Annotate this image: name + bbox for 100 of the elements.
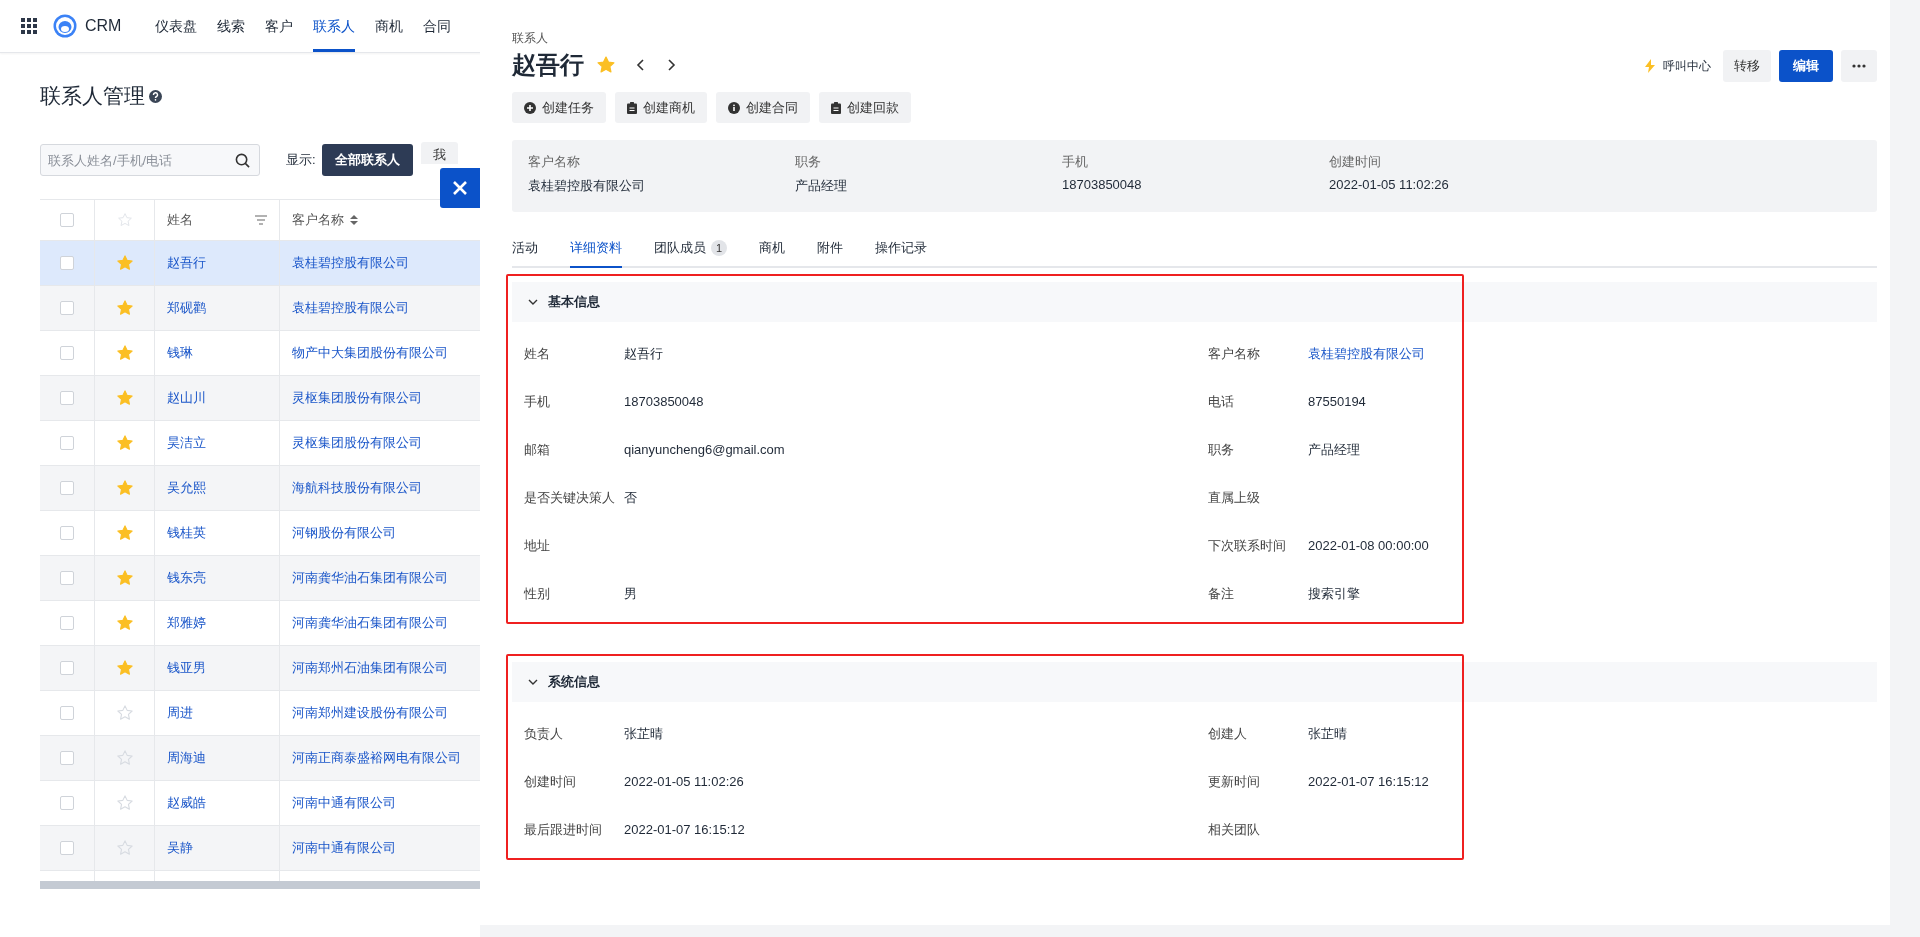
secondary-button[interactable]: 转移 bbox=[1723, 50, 1771, 82]
close-icon[interactable] bbox=[452, 180, 468, 196]
tab[interactable]: 附件 bbox=[817, 234, 844, 268]
contact-name-link[interactable]: 钱琳 bbox=[167, 344, 193, 362]
checkbox[interactable] bbox=[60, 841, 74, 855]
customer-link[interactable]: 河南郑州石油集团有限公司 bbox=[292, 659, 448, 677]
checkbox[interactable] bbox=[60, 526, 74, 540]
primary-button[interactable]: 编辑 bbox=[1779, 50, 1833, 82]
checkbox[interactable] bbox=[60, 571, 74, 585]
customer-link[interactable]: 河南龚华油石集团有限公司 bbox=[292, 569, 448, 587]
action-button[interactable]: 创建回款 bbox=[819, 92, 911, 123]
more-button[interactable] bbox=[1841, 50, 1877, 82]
scrollbar[interactable] bbox=[40, 881, 480, 889]
contact-name-link[interactable]: 赵吾行 bbox=[167, 254, 206, 272]
table-row[interactable]: 郑砚鹳 袁桂碧控股有限公司 bbox=[40, 286, 480, 331]
star-outline-icon[interactable] bbox=[115, 704, 134, 722]
sort-icon[interactable] bbox=[350, 214, 358, 226]
contact-name-link[interactable]: 钱桂英 bbox=[167, 524, 206, 542]
contact-name-link[interactable]: 昊洁立 bbox=[167, 434, 206, 452]
checkbox[interactable] bbox=[60, 796, 74, 810]
star-filled-icon[interactable] bbox=[596, 55, 616, 75]
star-filled-icon[interactable] bbox=[115, 434, 134, 452]
section-header[interactable]: 基本信息 bbox=[512, 282, 1877, 322]
contact-name-link[interactable]: 郑砚鹳 bbox=[167, 299, 206, 317]
star-filled-icon[interactable] bbox=[115, 659, 134, 677]
tab[interactable]: 操作记录 bbox=[875, 234, 928, 268]
table-row[interactable]: 赵山川 灵枢集团股份有限公司 bbox=[40, 376, 480, 421]
customer-link[interactable]: 河南中通有限公司 bbox=[292, 794, 396, 812]
tab[interactable]: 商机 bbox=[759, 234, 786, 268]
section-header[interactable]: 系统信息 bbox=[512, 662, 1877, 702]
tab[interactable]: 团队成员 1 bbox=[654, 234, 728, 268]
customer-link[interactable]: 灵枢集团股份有限公司 bbox=[292, 434, 422, 452]
contact-name-link[interactable]: 钱亚男 bbox=[167, 659, 206, 677]
table-row[interactable]: 吴允熙 海航科技股份有限公司 bbox=[40, 466, 480, 511]
star-outline-icon[interactable] bbox=[115, 794, 134, 812]
checkbox[interactable] bbox=[60, 436, 74, 450]
checkbox[interactable] bbox=[60, 346, 74, 360]
filter-button[interactable]: 我 bbox=[420, 142, 458, 164]
customer-link[interactable]: 物产中大集团股份有限公司 bbox=[292, 344, 448, 362]
table-row[interactable]: 周海迪 河南正商泰盛裕网电有限公司 bbox=[40, 736, 480, 781]
contact-name-link[interactable]: 周海迪 bbox=[167, 749, 206, 767]
help-icon[interactable] bbox=[149, 89, 162, 103]
action-button[interactable]: 创建任务 bbox=[512, 92, 606, 123]
table-row[interactable]: 吴静 河南中通有限公司 bbox=[40, 826, 480, 871]
tab[interactable]: 活动 bbox=[512, 234, 538, 268]
star-outline-icon[interactable] bbox=[115, 749, 134, 767]
star-filled-icon[interactable] bbox=[115, 614, 134, 632]
contact-name-link[interactable]: 郑雅婷 bbox=[167, 614, 206, 632]
customer-link[interactable]: 海航科技股份有限公司 bbox=[292, 479, 422, 497]
nav-item[interactable]: 联系人 bbox=[313, 0, 356, 52]
search-icon[interactable] bbox=[235, 153, 250, 168]
call-center-link[interactable]: 呼叫中心 bbox=[1645, 57, 1711, 75]
contact-name-link[interactable]: 钱东亮 bbox=[167, 569, 206, 587]
checkbox[interactable] bbox=[60, 481, 74, 495]
nav-item[interactable]: 客户 bbox=[265, 0, 294, 52]
contact-name-link[interactable]: 吴允熙 bbox=[167, 479, 206, 497]
contact-name-link[interactable]: 周进 bbox=[167, 704, 193, 722]
nav-item[interactable]: 线索 bbox=[217, 0, 246, 52]
checkbox[interactable] bbox=[60, 661, 74, 675]
star-filled-icon[interactable] bbox=[115, 299, 134, 317]
apps-grid-icon[interactable] bbox=[21, 18, 37, 34]
checkbox[interactable] bbox=[60, 213, 74, 227]
customer-link[interactable]: 河南正商泰盛裕网电有限公司 bbox=[292, 749, 461, 767]
action-button[interactable]: 创建合同 bbox=[716, 92, 810, 123]
tab[interactable]: 详细资料 bbox=[570, 234, 622, 268]
nav-item[interactable]: 合同 bbox=[423, 0, 452, 52]
table-row[interactable]: 赵吾行 袁桂碧控股有限公司 bbox=[40, 241, 480, 286]
customer-link[interactable]: 河钢股份有限公司 bbox=[292, 524, 396, 542]
checkbox[interactable] bbox=[60, 706, 74, 720]
checkbox[interactable] bbox=[60, 256, 74, 270]
customer-link[interactable]: 袁桂碧控股有限公司 bbox=[292, 299, 409, 317]
customer-link[interactable]: 袁桂碧控股有限公司 bbox=[292, 254, 409, 272]
star-filled-icon[interactable] bbox=[115, 569, 134, 587]
nav-item[interactable]: 仪表盘 bbox=[155, 0, 198, 52]
filter-button[interactable]: 全部联系人 bbox=[321, 144, 413, 176]
previous-icon[interactable] bbox=[636, 58, 646, 72]
next-icon[interactable] bbox=[666, 58, 676, 72]
close-button[interactable] bbox=[440, 168, 480, 208]
field-link[interactable]: 袁桂碧控股有限公司 bbox=[1308, 346, 1425, 361]
customer-link[interactable]: 河南龚华油石集团有限公司 bbox=[292, 614, 448, 632]
search-field[interactable]: 联系人姓名/手机/电话 bbox=[40, 144, 260, 176]
action-button[interactable]: 创建商机 bbox=[615, 92, 707, 123]
star-filled-icon[interactable] bbox=[115, 524, 134, 542]
table-row[interactable]: 钱亚男 河南郑州石油集团有限公司 bbox=[40, 646, 480, 691]
customer-link[interactable]: 河南郑州建设股份有限公司 bbox=[292, 704, 448, 722]
filter-icon[interactable] bbox=[255, 215, 267, 225]
star-filled-icon[interactable] bbox=[115, 389, 134, 407]
contact-name-link[interactable]: 赵山川 bbox=[167, 389, 206, 407]
customer-link[interactable]: 灵枢集团股份有限公司 bbox=[292, 389, 422, 407]
star-outline-icon[interactable] bbox=[115, 839, 134, 857]
nav-item[interactable]: 商机 bbox=[375, 0, 404, 52]
customer-link[interactable]: 河南中通有限公司 bbox=[292, 839, 396, 857]
star-filled-icon[interactable] bbox=[115, 254, 134, 272]
checkbox[interactable] bbox=[60, 301, 74, 315]
star-filled-icon[interactable] bbox=[115, 344, 134, 362]
star-outline-icon[interactable] bbox=[116, 212, 133, 228]
star-filled-icon[interactable] bbox=[115, 479, 134, 497]
contact-name-link[interactable]: 赵威皓 bbox=[167, 794, 206, 812]
contact-name-link[interactable]: 吴静 bbox=[167, 839, 193, 857]
checkbox[interactable] bbox=[60, 751, 74, 765]
